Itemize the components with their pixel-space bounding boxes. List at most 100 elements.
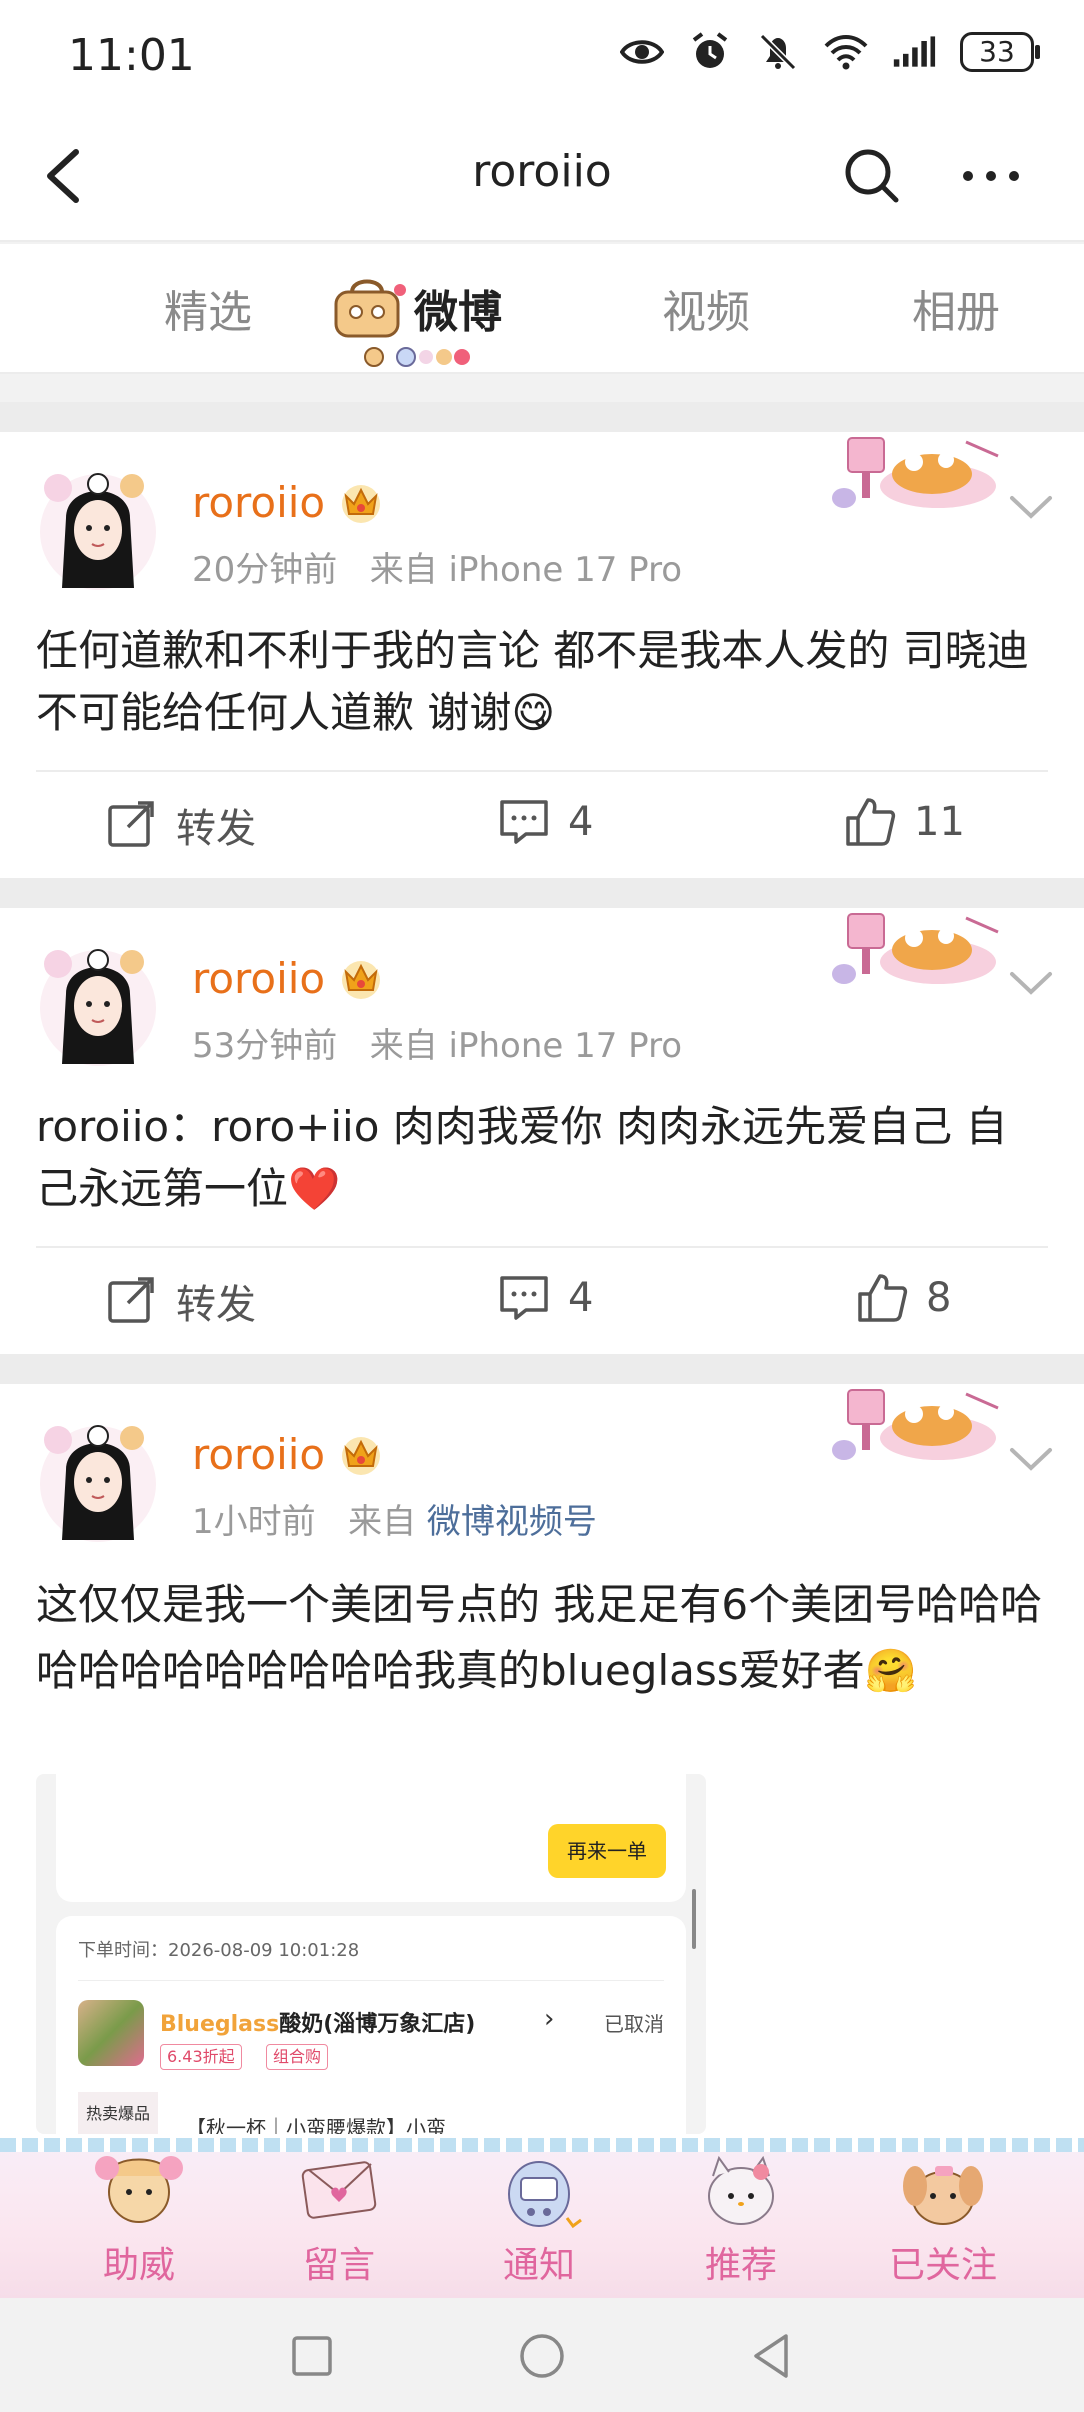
- bottom-tab-following[interactable]: 已关注: [868, 2146, 1018, 2296]
- post-meta: 53分钟前 来自 iPhone 17 Pro: [192, 1018, 682, 1067]
- avatar[interactable]: [36, 458, 160, 598]
- post-source-link[interactable]: 微博视频号: [427, 1502, 597, 1542]
- username[interactable]: roroiio: [192, 478, 325, 527]
- source-prefix: 来自: [348, 1502, 417, 1542]
- repost-icon: [108, 801, 154, 847]
- post-meta: 1小时前 来自 微博视频号: [192, 1494, 597, 1543]
- bag-sticker-icon: [330, 270, 410, 340]
- bottom-tab-notification[interactable]: 通知: [464, 2146, 614, 2296]
- promo-text: 【秋一杯｜小蛮腰爆款】小蛮: [186, 2116, 446, 2134]
- repost-label: 转发: [176, 1282, 256, 1328]
- chevron-right-icon: ›: [544, 2004, 555, 2034]
- vip-crown-icon[interactable]: [338, 482, 384, 524]
- more-icon[interactable]: [956, 144, 1026, 208]
- like-count: 11: [914, 799, 965, 845]
- chevron-down-icon[interactable]: [1008, 1444, 1054, 1474]
- order-top-card: 再来一单: [56, 1774, 686, 1902]
- post-meta: 20分钟前 来自 iPhone 17 Pro: [192, 542, 682, 591]
- cheer-icon: [95, 2156, 183, 2223]
- tab-video[interactable]: 视频: [662, 276, 750, 340]
- reorder-button: 再来一单: [548, 1824, 666, 1878]
- like-count: 8: [926, 1275, 952, 1321]
- post-source: iPhone 17 Pro: [448, 550, 683, 590]
- following-icon: [903, 2166, 983, 2225]
- post-text: roroiio：roro+iio 肉肉我爱你 肉肉永远先爱自己 自己永远第一位❤…: [36, 1102, 1008, 1213]
- vip-crown-icon[interactable]: [338, 1434, 384, 1476]
- avatar[interactable]: [36, 934, 160, 1074]
- tab-album[interactable]: 相册: [912, 276, 1000, 340]
- separator: [0, 878, 1084, 908]
- bottom-tab-label: 已关注: [888, 2245, 997, 2286]
- shop-brand: Blueglass: [160, 2012, 280, 2037]
- system-nav-bar: [0, 2298, 1084, 2412]
- bottom-tab-label: 通知: [502, 2245, 575, 2286]
- signal-icon: [892, 30, 936, 74]
- comment-icon: [500, 1276, 548, 1320]
- profile-tabs: 精选 微博 视频 相册: [0, 244, 1084, 374]
- status-time: 11:01: [68, 30, 195, 81]
- card-sticker-icon: [828, 432, 1008, 516]
- separator: [0, 402, 1084, 432]
- bottom-tab-label: 助威: [102, 2245, 175, 2286]
- wifi-icon: [824, 30, 868, 74]
- post-source: iPhone 17 Pro: [448, 1026, 683, 1066]
- post-time: 20分钟前: [192, 550, 338, 590]
- post-time: 53分钟前: [192, 1026, 338, 1066]
- username[interactable]: roroiio: [192, 954, 325, 1003]
- bottom-tab-message[interactable]: 留言: [264, 2146, 414, 2296]
- separator: [0, 1354, 1084, 1384]
- bottom-tab-bar: 助威 留言 通知 推荐 已关注: [0, 2138, 1084, 2298]
- post-text: 这仅仅是我一个美团号点的 我足足有6个美团号哈哈哈哈哈哈哈哈哈哈哈哈我真的blu…: [36, 1580, 1043, 1695]
- shop-branch: 酸奶(淄博万象汇店): [279, 2012, 476, 2037]
- tab-weibo[interactable]: 微博: [414, 276, 502, 340]
- combo-tag: 组合购: [266, 2044, 329, 2070]
- source-prefix: 来自: [369, 1026, 438, 1066]
- like-button[interactable]: 11: [844, 796, 965, 848]
- thumbs-up-icon: [858, 1274, 908, 1322]
- bottom-tab-label: 推荐: [704, 2245, 777, 2286]
- post-image[interactable]: 再来一单 下单时间：2026-08-09 10:01:28 Blueglass酸…: [36, 1774, 706, 2134]
- divider: [36, 1246, 1048, 1248]
- top-nav-bar: roroiio: [0, 110, 1084, 242]
- search-icon[interactable]: [840, 144, 904, 208]
- bottom-tab-cheer[interactable]: 助威: [64, 2146, 214, 2296]
- recent-apps-icon[interactable]: [282, 2326, 342, 2386]
- home-icon[interactable]: [512, 2326, 572, 2386]
- avatar[interactable]: [36, 1410, 160, 1550]
- vip-crown-icon[interactable]: [338, 958, 384, 1000]
- post-card[interactable]: roroiio 20分钟前 来自 iPhone 17 Pro 任何道歉和不利于我…: [0, 432, 1084, 878]
- shop-thumbnail: [78, 2000, 144, 2066]
- order-time: 下单时间：2026-08-09 10:01:28: [78, 1940, 360, 1961]
- comment-count: 4: [568, 799, 594, 845]
- notification-icon: [508, 2161, 582, 2229]
- order-status: 已取消: [604, 2012, 664, 2036]
- post-time: 1小时前: [192, 1502, 316, 1542]
- comment-count: 4: [568, 1275, 594, 1321]
- divider: [78, 1980, 664, 1981]
- shop-name: Blueglass酸奶(淄博万象汇店): [160, 2006, 475, 2038]
- repost-button[interactable]: 转发: [106, 796, 256, 854]
- divider: [36, 770, 1048, 772]
- spacer: [0, 376, 1084, 402]
- battery-indicator: 33: [960, 32, 1040, 72]
- hot-item-badge: 热卖爆品: [78, 2092, 158, 2134]
- repost-button[interactable]: 转发: [106, 1272, 256, 1330]
- eye-icon: [620, 30, 664, 74]
- status-bar: 11:01 33: [0, 0, 1084, 110]
- tab-featured[interactable]: 精选: [164, 276, 252, 340]
- back-nav-icon[interactable]: [742, 2326, 802, 2386]
- recommend-icon: [708, 2155, 774, 2225]
- post-card[interactable]: roroiio 53分钟前 来自 iPhone 17 Pro roroiio：r…: [0, 908, 1084, 1354]
- chevron-down-icon[interactable]: [1008, 968, 1054, 998]
- post-text: 任何道歉和不利于我的言论 都不是我本人发的 司晓迪不可能给任何人道歉 谢谢😋: [36, 626, 1029, 737]
- comment-button[interactable]: 4: [498, 796, 593, 848]
- thumbs-up-icon: [846, 798, 896, 846]
- status-icons: 33: [620, 30, 1040, 74]
- username[interactable]: roroiio: [192, 1430, 325, 1479]
- mute-icon: [756, 30, 800, 74]
- like-button[interactable]: 8: [856, 1272, 951, 1324]
- bottom-tab-recommend[interactable]: 推荐: [666, 2146, 816, 2296]
- alarm-icon: [688, 30, 732, 74]
- chevron-down-icon[interactable]: [1008, 492, 1054, 522]
- comment-button[interactable]: 4: [498, 1272, 593, 1324]
